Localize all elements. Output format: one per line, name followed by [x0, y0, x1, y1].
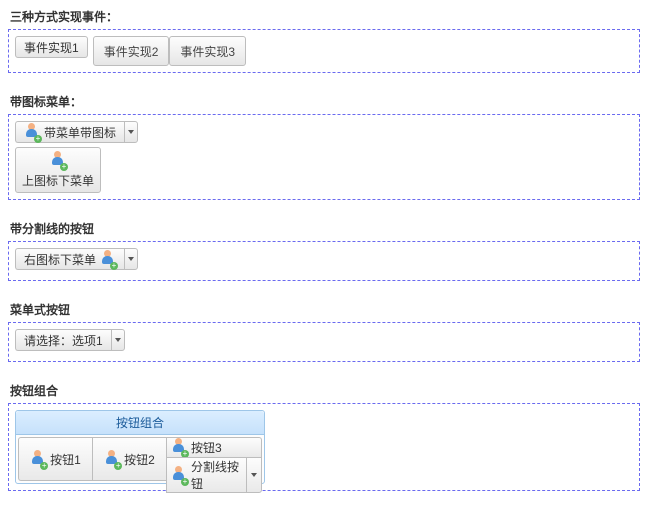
select-main[interactable]: 请选择：选项1	[15, 329, 111, 351]
panel-icon-menu: 带菜单带图标 上图标下菜单	[8, 114, 640, 200]
select-label: 请选择：选项1	[24, 332, 103, 349]
right-icon-splitbutton[interactable]: 右图标下菜单	[15, 248, 138, 270]
panel-split: 右图标下菜单	[8, 241, 640, 281]
button-group-body: 按钮1 按钮2 按钮3 分割线按钮	[16, 435, 264, 483]
event-impl-2-button[interactable]: 事件实现2	[93, 36, 170, 66]
section-title-menubtn: 菜单式按钮	[10, 301, 640, 318]
chevron-down-icon	[251, 473, 257, 477]
section-title-group: 按钮组合	[10, 382, 640, 399]
user-add-icon	[100, 250, 116, 269]
user-add-icon	[24, 123, 40, 142]
group-button-1[interactable]: 按钮1	[18, 437, 92, 481]
chevron-down-icon	[115, 338, 121, 342]
menu-with-icon-label: 带菜单带图标	[44, 124, 116, 141]
button-group-header: 按钮组合	[16, 411, 264, 435]
group-split-button[interactable]: 分割线按钮	[166, 457, 262, 493]
icon-top-menu-label: 上图标下菜单	[22, 172, 94, 189]
right-icon-label: 右图标下菜单	[24, 251, 96, 268]
menu-with-icon-main[interactable]: 带菜单带图标	[15, 121, 124, 143]
user-add-icon	[30, 450, 46, 469]
group-split-dropdown[interactable]	[246, 458, 257, 492]
group-button-3[interactable]: 按钮3	[166, 437, 262, 457]
event-impl-3-button[interactable]: 事件实现3	[169, 36, 246, 66]
chevron-down-icon	[128, 257, 134, 261]
panel-events: 事件实现1 事件实现2 事件实现3	[8, 29, 640, 73]
section-title-icon-menu: 带图标菜单：	[10, 93, 640, 110]
group-button-3-label: 按钮3	[191, 439, 222, 456]
section-title-split: 带分割线的按钮	[10, 220, 640, 237]
right-icon-main[interactable]: 右图标下菜单	[15, 248, 124, 270]
panel-menubtn: 请选择：选项1	[8, 322, 640, 362]
user-add-icon	[50, 151, 66, 170]
event-impl-1-button[interactable]: 事件实现1	[15, 36, 88, 58]
group-button-1-label: 按钮1	[50, 451, 81, 468]
group-button-2[interactable]: 按钮2	[92, 437, 166, 481]
panel-group: 按钮组合 按钮1 按钮2 按钮3 分割线按钮	[8, 403, 640, 491]
right-icon-dropdown[interactable]	[124, 248, 138, 270]
chevron-down-icon	[128, 130, 134, 134]
button-group-panel: 按钮组合 按钮1 按钮2 按钮3 分割线按钮	[15, 410, 265, 484]
menu-with-icon-dropdown[interactable]	[124, 121, 138, 143]
icon-top-menu-button[interactable]: 上图标下菜单	[15, 147, 101, 193]
user-add-icon	[171, 466, 187, 485]
group-button-2-label: 按钮2	[124, 451, 155, 468]
user-add-icon	[171, 438, 187, 457]
select-dropdown[interactable]	[111, 329, 125, 351]
group-right-column: 按钮3 分割线按钮	[166, 437, 262, 481]
group-split-button-label: 分割线按钮	[191, 458, 246, 492]
menu-with-icon-splitbutton[interactable]: 带菜单带图标	[15, 121, 138, 143]
user-add-icon	[104, 450, 120, 469]
section-title-events: 三种方式实现事件：	[10, 8, 640, 25]
select-splitbutton[interactable]: 请选择：选项1	[15, 329, 125, 351]
